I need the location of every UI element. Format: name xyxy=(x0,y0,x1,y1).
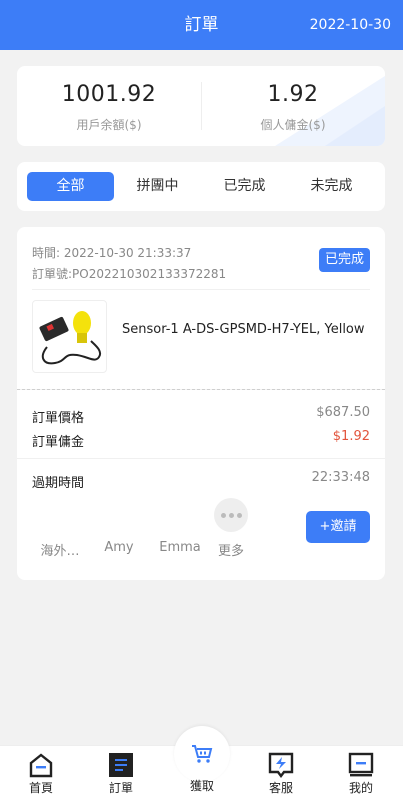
order-summary: 訂單價格 $687.50 訂單傭金 $1.92 過期時間 22:33:48 海外… xyxy=(17,390,385,580)
balance-value: 1001.92 xyxy=(61,82,157,107)
participant-name: Amy xyxy=(104,540,134,555)
order-card[interactable]: 時間: 2022-10-30 21:33:37 訂單號:PO2022103021… xyxy=(17,227,385,389)
order-time: 時間: 2022-10-30 21:33:37 xyxy=(32,246,192,260)
more-icon[interactable] xyxy=(214,498,248,532)
tab-orders[interactable]: 訂單 xyxy=(81,746,161,795)
tab-home-label: 首頁 xyxy=(28,781,53,795)
invite-button[interactable]: +邀請 xyxy=(306,511,370,543)
header-date: 2022-10-30 xyxy=(309,17,391,33)
commission-label: 個人傭金($) xyxy=(260,118,326,132)
tab-obtain-label: 獲取 xyxy=(189,779,214,793)
tab-profile[interactable]: 我的 xyxy=(321,746,401,795)
tab-orders-label: 訂單 xyxy=(108,781,133,795)
tab-completed[interactable]: 已完成 xyxy=(201,172,288,201)
commission-stat: 1.92 個人傭金($) xyxy=(201,66,385,146)
balance-stat: 1001.92 用戶余額($) xyxy=(17,66,201,146)
divider xyxy=(17,458,385,459)
balance-label: 用戶余額($) xyxy=(76,118,142,132)
tab-obtain[interactable] xyxy=(174,726,230,782)
tab-home[interactable]: 首頁 xyxy=(1,746,81,795)
tab-service[interactable]: 客服 xyxy=(241,746,321,795)
order-price-label: 訂單價格 xyxy=(32,411,85,426)
order-commission-value: $1.92 xyxy=(332,429,370,444)
more-participants-link[interactable]: 更多 xyxy=(203,540,259,559)
order-number: 訂單號:PO202210302133372281 xyxy=(32,267,227,281)
divider xyxy=(32,289,370,290)
profile-icon xyxy=(348,752,374,777)
service-icon xyxy=(268,752,294,778)
tab-all[interactable]: 全部 xyxy=(27,172,114,201)
order-price-value: $687.50 xyxy=(316,405,370,420)
participant-name: 海外… xyxy=(40,544,80,559)
participant-list: 海外… Amy Emma 更多 xyxy=(32,498,272,559)
product-name: Sensor-1 A-DS-GPSMD-H7-YEL, Yellow xyxy=(122,322,365,337)
order-commission-label: 訂單傭金 xyxy=(32,435,85,450)
tab-profile-label: 我的 xyxy=(348,781,373,795)
expire-label: 過期時間 xyxy=(32,476,85,491)
status-badge: 已完成 xyxy=(318,248,370,272)
tab-grouping[interactable]: 拼團中 xyxy=(114,172,201,201)
cart-icon xyxy=(192,745,213,763)
home-icon xyxy=(29,753,53,778)
expire-value: 22:33:48 xyxy=(311,470,370,485)
tab-service-label: 客服 xyxy=(268,781,293,795)
order-icon xyxy=(109,753,133,777)
commission-value: 1.92 xyxy=(267,82,319,107)
balance-card: 1001.92 用戶余額($) 1.92 個人傭金($) xyxy=(17,66,385,146)
participant-name: Emma xyxy=(159,540,201,555)
order-filter-tabs: 全部 拼團中 已完成 未完成 xyxy=(17,162,385,211)
product-image xyxy=(32,300,107,373)
top-header: 訂單 2022-10-30 xyxy=(0,0,403,50)
tab-incomplete[interactable]: 未完成 xyxy=(288,172,375,201)
